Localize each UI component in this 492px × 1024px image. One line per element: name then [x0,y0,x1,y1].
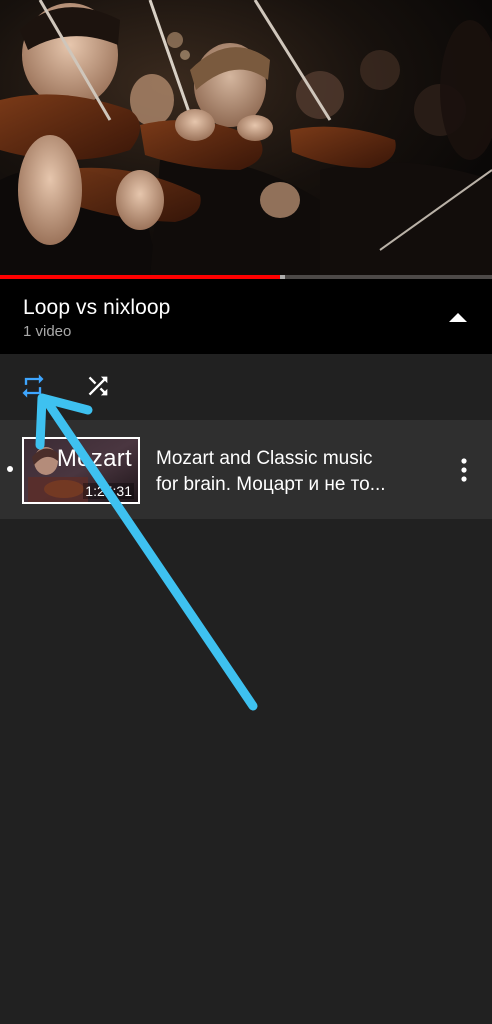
video-title-line-1: Mozart and Classic music [156,448,373,469]
playlist-controls [0,354,492,420]
now-playing-indicator [7,466,13,472]
app-screen: Loop vs nixloop 1 video Mozart 1:25:31 M… [0,0,492,1024]
video-thumbnail[interactable]: Mozart 1:25:31 [22,437,140,504]
thumbnail-title-text: Mozart [56,445,132,472]
video-frame [0,0,492,279]
video-player[interactable] [0,0,492,279]
collapse-playlist-button[interactable] [436,299,480,335]
video-title: Mozart and Classic music for brain. Моца… [156,446,424,498]
playlist-video-count: 1 video [23,323,72,340]
playlist-header[interactable]: Loop vs nixloop 1 video [0,279,492,354]
more-vertical-icon [461,458,467,482]
loop-button[interactable] [15,368,51,404]
more-options-button[interactable] [448,454,480,486]
chevron-up-icon [449,313,467,322]
playlist-item[interactable]: Mozart 1:25:31 Mozart and Classic music … [0,420,492,519]
shuffle-icon [88,376,108,396]
video-duration: 1:25:31 [83,483,134,499]
video-title-line-2: for brain. Моцарт и не то... [156,474,386,495]
loop-icon [22,374,44,398]
playlist-title: Loop vs nixloop [23,296,171,319]
shuffle-button[interactable] [80,368,116,404]
